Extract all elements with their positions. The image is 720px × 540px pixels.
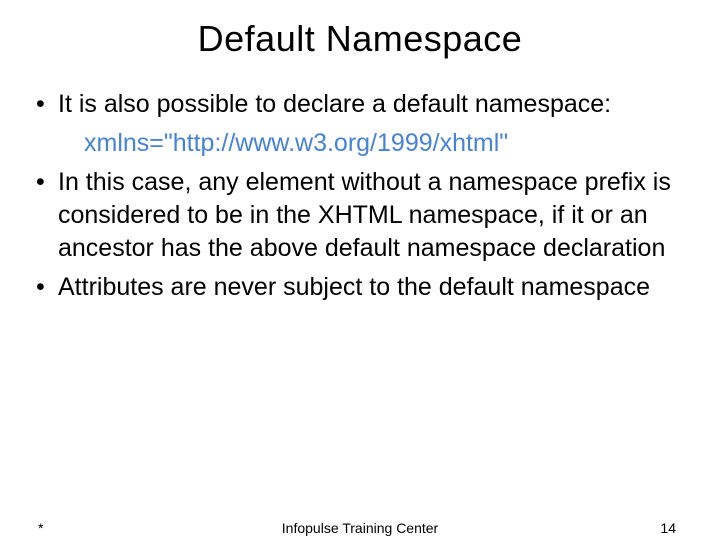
footer-page-number: 14	[660, 520, 676, 536]
code-line: xmlns="http://www.w3.org/1999/xhtml"	[84, 127, 692, 160]
footer-center: Infopulse Training Center	[0, 520, 720, 536]
bullet-item: It is also possible to declare a default…	[36, 88, 692, 121]
bullet-item: In this case, any element without a name…	[36, 166, 692, 265]
bullet-list: In this case, any element without a name…	[28, 166, 692, 304]
slide: Default Namespace It is also possible to…	[0, 0, 720, 540]
bullet-item: Attributes are never subject to the defa…	[36, 271, 692, 304]
slide-title: Default Namespace	[28, 18, 692, 60]
bullet-list: It is also possible to declare a default…	[28, 88, 692, 121]
